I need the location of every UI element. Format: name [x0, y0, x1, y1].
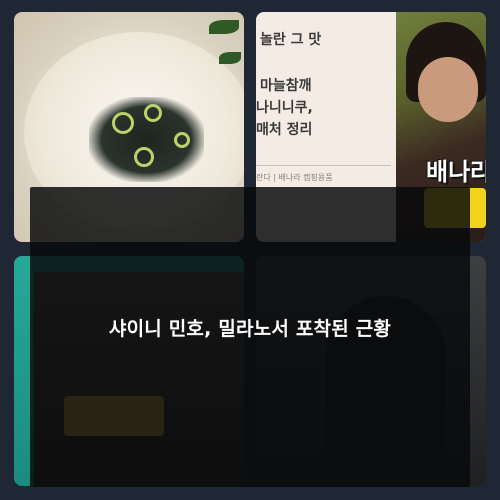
green-onion — [144, 104, 162, 122]
card-caption: 란다 | 배나라 캠핑용품 — [256, 173, 333, 182]
leaf-garnish — [209, 20, 239, 34]
leaf-garnish — [219, 52, 241, 64]
card-headline: 놀란 그 맛 — [260, 32, 322, 48]
green-onion — [134, 147, 154, 167]
card-line: 나니니쿠, — [256, 100, 313, 116]
card-divider — [256, 165, 391, 166]
person-face — [418, 57, 478, 122]
overlay-title: 샤이니 민호, 밀라노서 포착된 근황 — [108, 318, 392, 340]
green-onion — [174, 132, 190, 148]
card-line: 매처 정리 — [256, 122, 313, 138]
title-overlay[interactable]: 샤이니 민호, 밀라노서 포착된 근황 — [30, 187, 470, 487]
card-line: 마늘참깨 — [260, 78, 312, 94]
green-onion — [112, 112, 134, 134]
